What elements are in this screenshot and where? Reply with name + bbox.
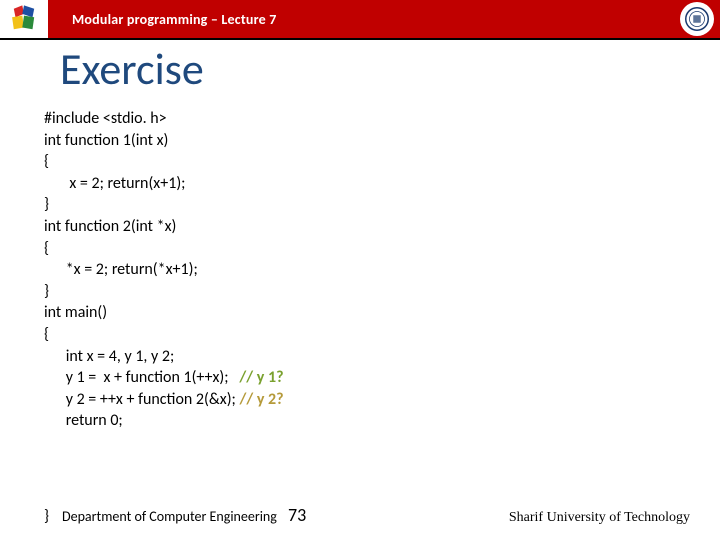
code-closing-brace: } [44,507,49,526]
code-line: int function 1(int x) [44,131,168,150]
code-line: { [44,152,49,171]
code-line: { [44,325,49,344]
university-seal-icon [680,2,714,36]
footer-university: Sharif University of Technology [509,510,690,526]
footer-dept: Department of Computer Engineering [62,508,277,525]
footer: Department of Computer Engineering 73 Sh… [62,504,690,526]
puzzle-logo-icon [0,0,48,38]
code-line: y 2 = ++x + function 2(&x); [44,390,239,409]
code-line: #include <stdio. h> [44,109,167,128]
code-line: } [44,282,49,301]
page-title: Exercise [60,42,204,96]
footer-page-number: 73 [288,504,306,526]
code-line: int x = 4, y 1, y 2; [44,347,174,366]
code-line: return 0; [44,411,123,430]
code-line: } [44,195,49,214]
code-line: int function 2(int *x) [44,217,176,236]
code-line: x = 2; return(x+1); [44,174,185,193]
header-title: Modular programming – Lecture 7 [72,11,277,28]
code-line: { [44,239,49,258]
code-line: *x = 2; return(*x+1); [44,260,198,279]
code-block: #include <stdio. h> int function 1(int x… [44,108,284,432]
code-line: y 1 = x + function 1(++x); [44,368,239,387]
header-bar: Modular programming – Lecture 7 [0,0,720,38]
code-comment: // y 1? [239,368,283,387]
code-line: int main() [44,303,107,322]
code-comment: // y 2? [239,390,283,409]
header-divider [0,38,720,40]
